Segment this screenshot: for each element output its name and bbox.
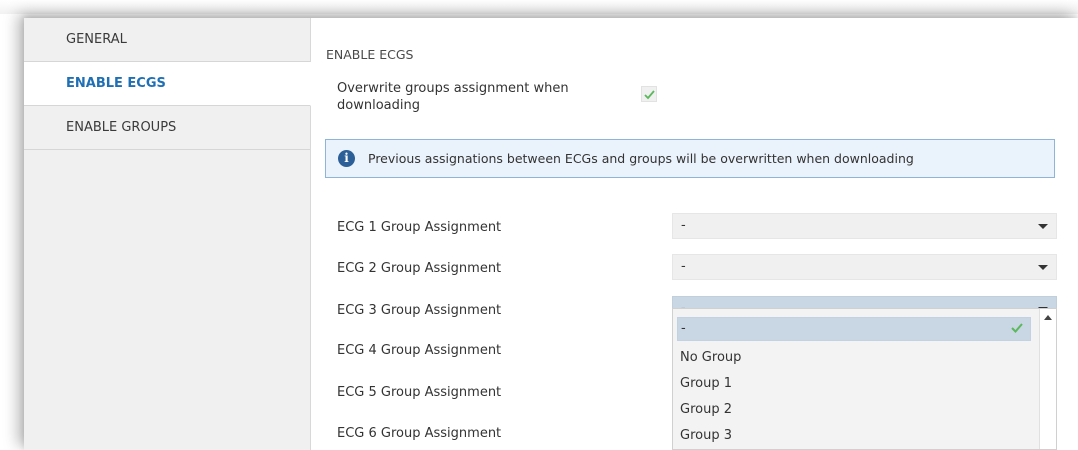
sidebar-item-enable-ecgs[interactable]: ENABLE ECGS	[24, 62, 311, 106]
sidebar: GENERAL ENABLE ECGS ENABLE GROUPS	[24, 18, 311, 450]
ecg-2-label: ECG 2 Group Assignment	[337, 261, 502, 276]
ecg-4-label: ECG 4 Group Assignment	[337, 343, 502, 358]
checkmark-icon	[1011, 323, 1023, 333]
dropdown-option-group-1[interactable]: Group 1	[673, 372, 1037, 396]
chevron-down-icon	[1038, 224, 1048, 229]
dropdown-option-no-group[interactable]: No Group	[673, 346, 1037, 370]
dropdown-option-group-2[interactable]: Group 2	[673, 398, 1037, 422]
settings-window: GENERAL ENABLE ECGS ENABLE GROUPS ENABLE…	[24, 18, 1078, 450]
sidebar-item-enable-groups[interactable]: ENABLE GROUPS	[24, 106, 310, 150]
sidebar-item-general[interactable]: GENERAL	[24, 18, 310, 62]
dropdown-scrollbar[interactable]	[1039, 309, 1056, 449]
info-icon: i	[338, 150, 355, 167]
ecg-3-label: ECG 3 Group Assignment	[337, 303, 502, 318]
section-title: ENABLE ECGS	[326, 47, 414, 62]
dropdown-option-dash[interactable]: -	[677, 317, 1031, 341]
overwrite-label: Overwrite groups assignment when downloa…	[337, 81, 569, 113]
ecg-6-label: ECG 6 Group Assignment	[337, 426, 502, 441]
option-label: -	[681, 321, 686, 336]
checkmark-icon	[644, 90, 655, 100]
window-top-edge	[0, 0, 1078, 14]
dropdown-option-group-3[interactable]: Group 3	[673, 424, 1037, 448]
main-panel: ENABLE ECGS Overwrite groups assignment …	[311, 18, 1078, 450]
ecg-5-label: ECG 5 Group Assignment	[337, 385, 502, 400]
ecg-2-group-select[interactable]: -	[672, 254, 1057, 280]
ecg-1-label: ECG 1 Group Assignment	[337, 220, 502, 235]
scroll-up-arrow-icon[interactable]	[1044, 315, 1052, 320]
ecg-1-group-select[interactable]: -	[672, 213, 1057, 239]
overwrite-checkbox[interactable]	[641, 86, 657, 102]
select-value: -	[681, 259, 686, 274]
info-text: Previous assignations between ECGs and g…	[368, 151, 914, 166]
info-banner: i Previous assignations between ECGs and…	[325, 139, 1055, 178]
chevron-down-icon	[1038, 265, 1048, 270]
select-value: -	[681, 218, 686, 233]
group-dropdown-list: - No Group Group 1 Group 2 Group 3	[672, 308, 1057, 450]
